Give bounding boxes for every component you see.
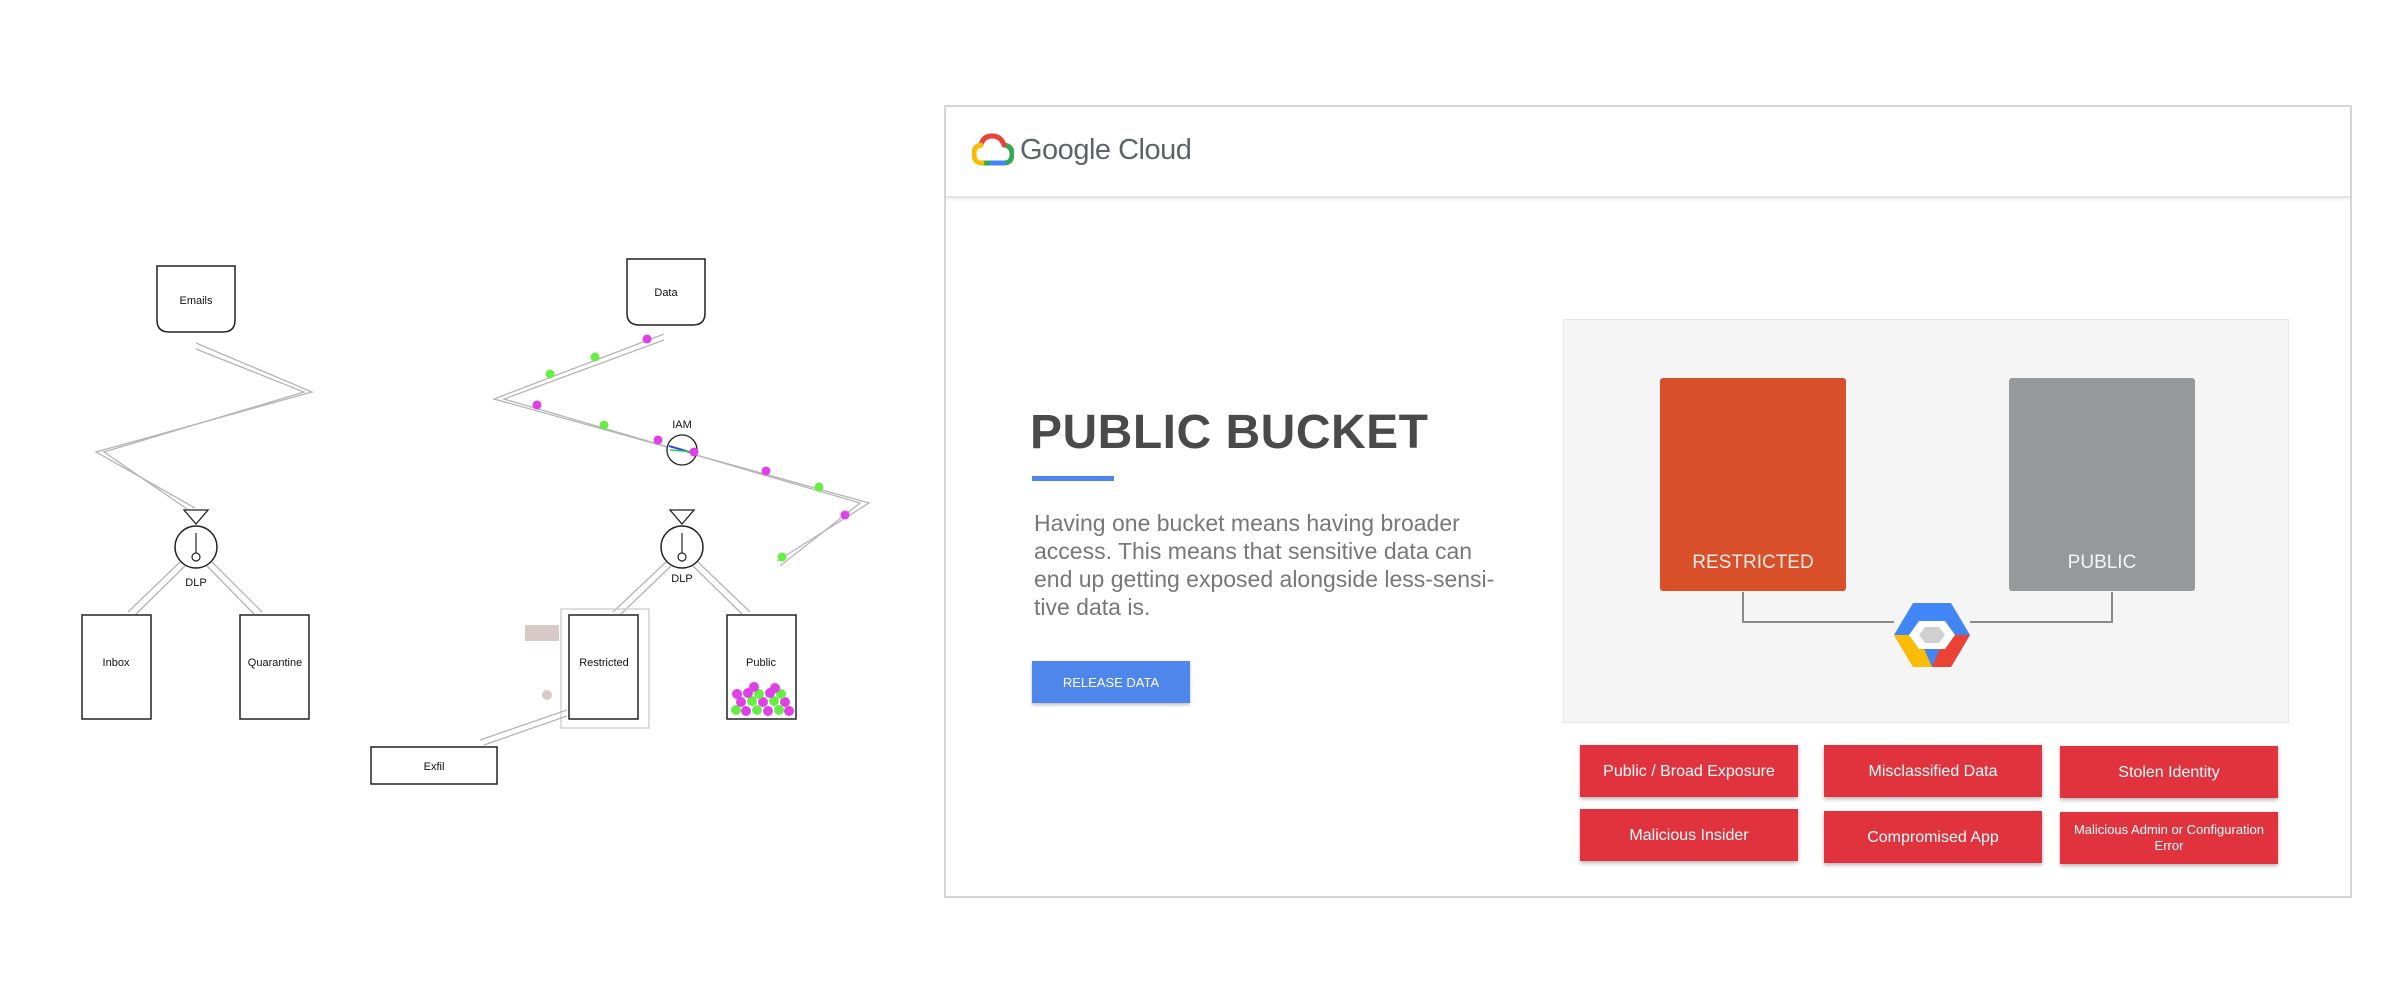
threat-public-broad-exposure[interactable]: Public / Broad Exposure [1580,745,1798,797]
public-bucket-label: PUBLIC [2067,552,2137,573]
brand-name: Google Cloud [1020,134,1192,166]
threat-compromised-app[interactable]: Compromised App [1824,811,2042,863]
public-bucket-card[interactable]: PUBLIC [2009,378,2195,591]
restricted-label: Restricted [579,657,629,669]
release-data-button[interactable]: RELEASE DATA [1032,661,1190,703]
panel-header: Google Cloud [946,107,2350,198]
quarantine-label: Quarantine [248,657,302,669]
faded-particle [542,690,552,700]
funnel-icon [182,509,210,525]
particle [653,435,663,445]
data-label: Data [654,287,678,299]
particle [689,447,699,457]
restricted-bucket-card[interactable]: RESTRICTED [1660,378,1846,591]
right-dlp-label: DLP [671,573,692,585]
particle [590,352,600,362]
info-panel: Google Cloud PUBLIC BUCKET Having one bu… [944,105,2352,898]
inbox-label: Inbox [103,657,130,669]
public-sim-label: Public [746,657,776,669]
particle [777,552,787,562]
exfil-pipe [479,709,568,746]
google-cloud-logo-icon [972,133,1014,166]
particle [840,510,850,520]
particle [545,369,555,379]
right-dlp-filter[interactable] [660,509,704,569]
iam-label: IAM [672,419,692,431]
threat-malicious-insider[interactable]: Malicious Insider [1580,809,1798,861]
email-tube [94,342,314,512]
particle [532,400,542,410]
emails-label: Emails [179,295,213,307]
threat-stolen-identity[interactable]: Stolen Identity [2060,746,2278,798]
flow-simulation: Emails DLP Inbox Quarantine Data IAM DLP… [81,258,871,785]
threat-misclassified-data[interactable]: Misclassified Data [1824,745,2042,797]
particle [761,466,771,476]
scenario-description: Having one bucket means having broader a… [1034,510,1495,620]
restricted-bucket-label: RESTRICTED [1692,552,1814,573]
page-title: PUBLIC BUCKET [1030,406,1429,459]
left-dlp-filter[interactable] [174,509,218,569]
particle [814,482,824,492]
bucket-diagram: RESTRICTED PUBLIC [1563,319,2289,723]
funnel-icon [668,509,696,525]
left-dlp-label: DLP [185,577,206,589]
particle [599,420,609,430]
threat-malicious-admin[interactable]: Malicious Admin or Configuration Error [2060,812,2278,864]
faded-marker [525,625,559,641]
exfil-label: Exfil [424,761,445,773]
title-underline [1032,476,1114,481]
particle [642,334,652,344]
right-dlp-branches [612,561,751,615]
data-flow: Data IAM DLP Restricted Public Exfil [370,258,871,785]
gcp-hexagon-icon [1894,603,1970,667]
email-flow: Emails DLP Inbox Quarantine [81,265,314,720]
